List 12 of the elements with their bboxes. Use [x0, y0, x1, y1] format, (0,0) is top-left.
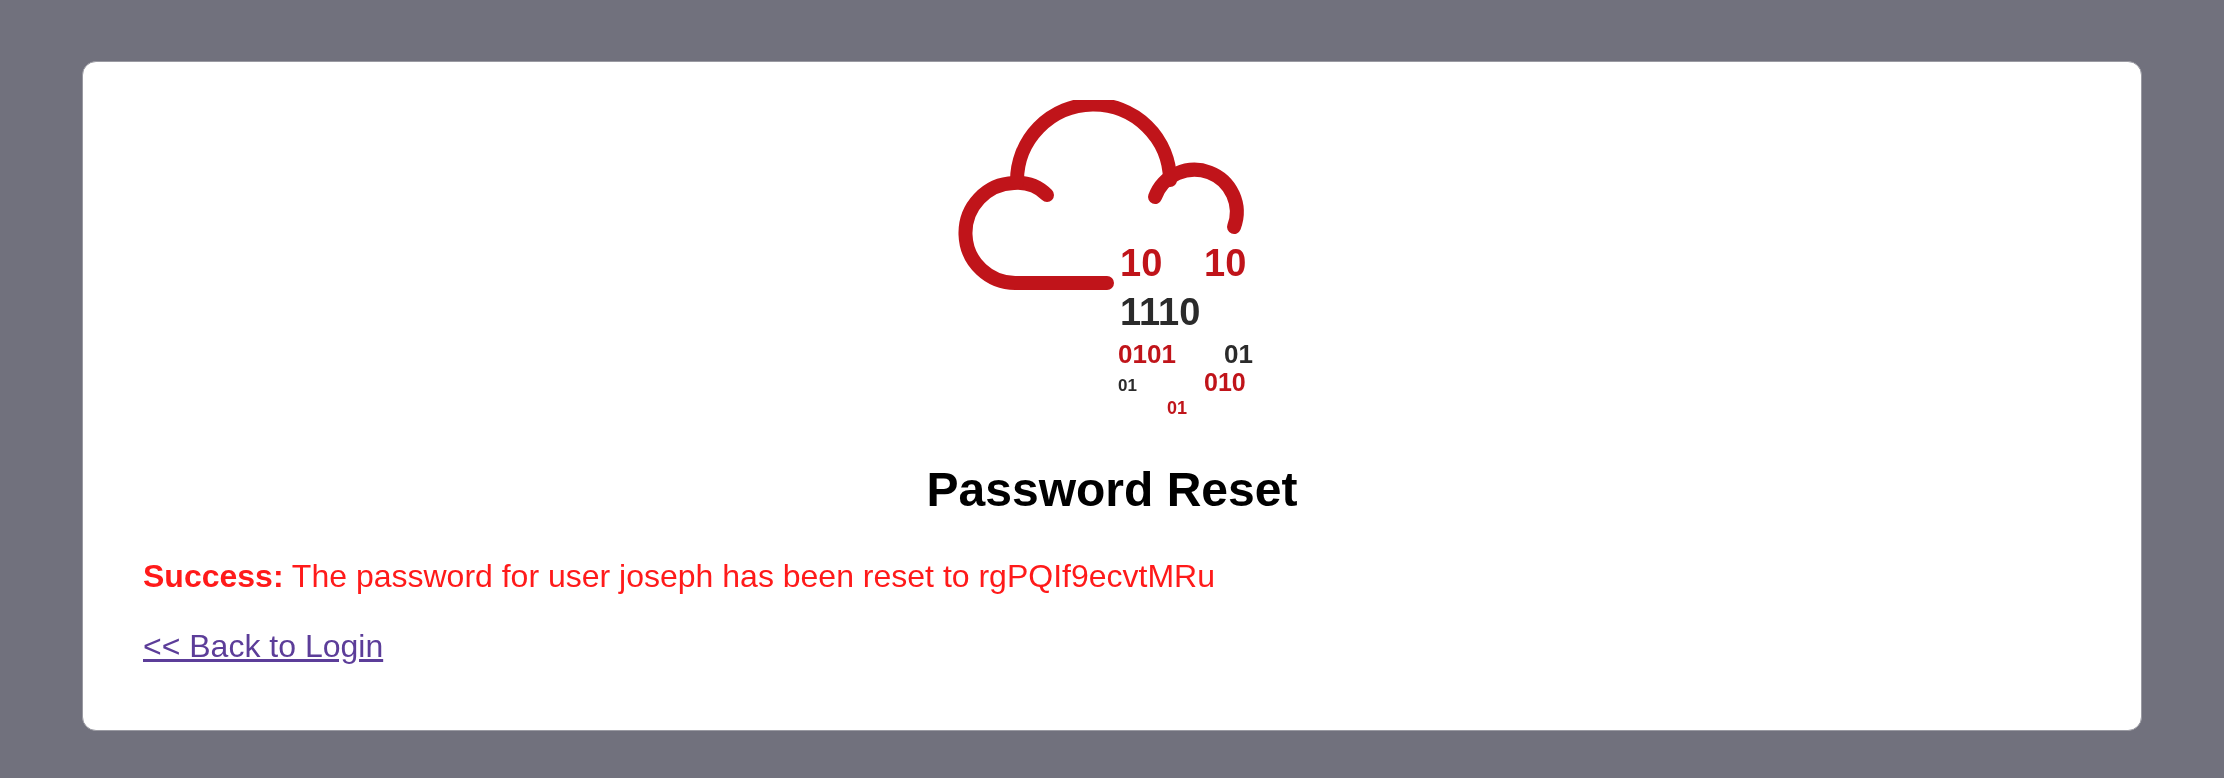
binary-digits: 1110 [1120, 291, 1201, 333]
page-title: Password Reset [926, 462, 1298, 518]
binary-digits: 10 [1120, 242, 1163, 284]
binary-digits: 01 [1167, 398, 1188, 418]
binary-digits: 0101 [1118, 339, 1176, 369]
binary-digits: 01 [1224, 339, 1253, 369]
cloud-icon [958, 100, 1244, 290]
binary-digits: 10 [1204, 242, 1247, 284]
binary-digits: 01 [1118, 376, 1137, 395]
back-to-login-link[interactable]: << Back to Login [143, 626, 384, 666]
binary-digits: 010 [1204, 368, 1246, 396]
success-message: Success: The password for user joseph has been reset to rgPQIf9ecvtMRu [143, 557, 1215, 596]
